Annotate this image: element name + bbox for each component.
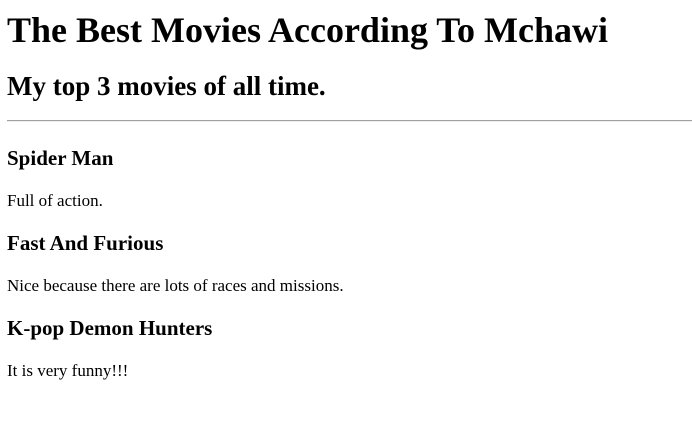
movie-item: K-pop Demon Hunters It is very funny!!! [7, 316, 692, 381]
divider [7, 120, 692, 122]
page-subtitle: My top 3 movies of all time. [7, 71, 326, 101]
movie-title: Fast And Furious [7, 231, 164, 255]
movie-title: Spider Man [7, 146, 114, 170]
movie-title: K-pop Demon Hunters [7, 316, 213, 340]
page-title: The Best Movies According To Mchawi [7, 10, 608, 50]
movie-item: Fast And Furious Nice because there are … [7, 231, 692, 296]
movie-description: Nice because there are lots of races and… [7, 276, 344, 295]
movie-item: Spider Man Full of action. [7, 146, 692, 211]
movie-description: It is very funny!!! [7, 361, 129, 380]
movie-description: Full of action. [7, 191, 103, 210]
